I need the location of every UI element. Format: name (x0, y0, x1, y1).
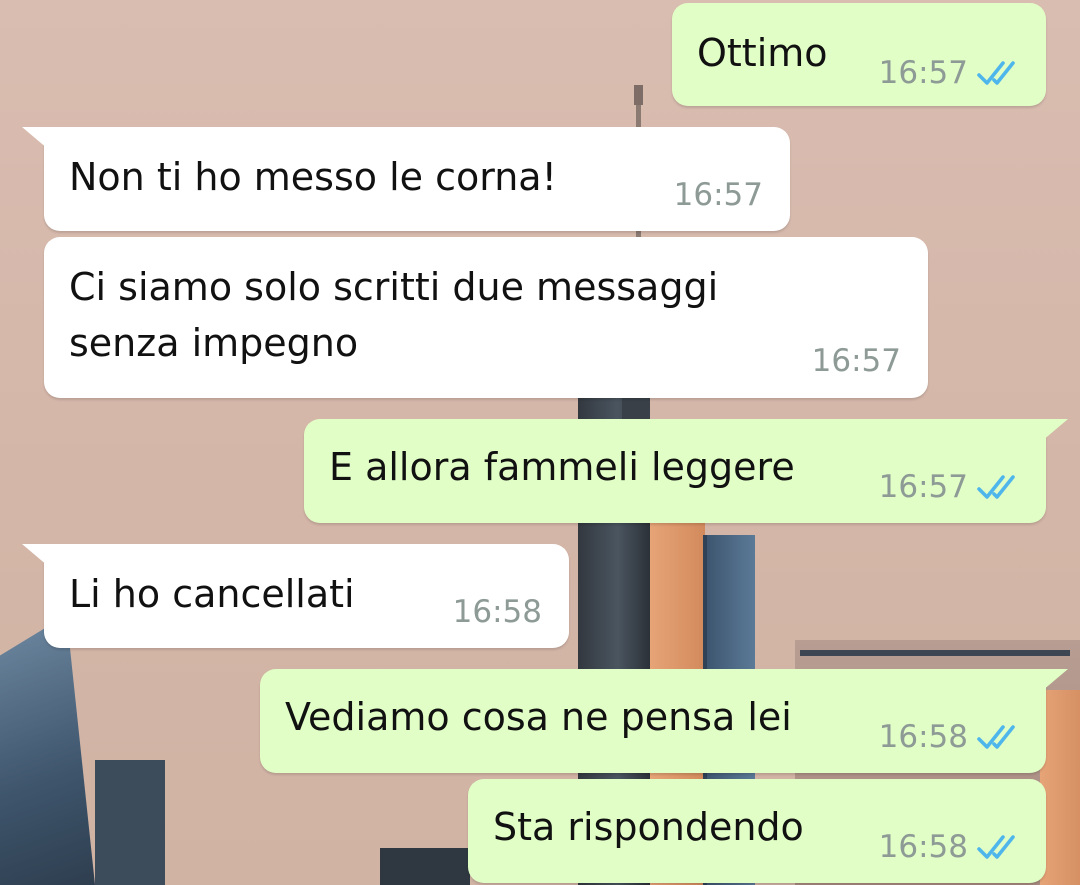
message-bubble-incoming[interactable]: Li ho cancellati 16:58 (22, 544, 569, 648)
message-meta: 16:57 (812, 343, 901, 379)
message-bubble-outgoing[interactable]: Ottimo 16:57 (672, 3, 1046, 106)
message-meta: 16:57 (879, 469, 1022, 505)
message-bubble-outgoing[interactable]: Vediamo cosa ne pensa lei 16:58 (260, 669, 1068, 773)
message-meta: 16:58 (879, 829, 1022, 865)
double-check-icon (977, 61, 1015, 85)
bubble-tail (1042, 419, 1068, 441)
message-text: Li ho cancellati (69, 572, 355, 616)
message-text: E allora fammeli leggere (329, 445, 795, 489)
message-time: 16:57 (878, 55, 968, 91)
chat-message-list[interactable]: Ottimo 16:57 Non ti ho messo le corna! 1… (0, 0, 1080, 885)
message-time: 16:57 (811, 343, 901, 379)
message-bubble-incoming[interactable]: Non ti ho messo le corna! 16:57 (22, 127, 790, 231)
message-time: 16:58 (452, 594, 542, 630)
message-time: 16:57 (878, 469, 968, 505)
message-text-line-2: senza impegno (69, 321, 359, 365)
bubble-tail (1042, 669, 1068, 691)
message-bubble-incoming[interactable]: Ci siamo solo scritti due messaggi senza… (44, 237, 928, 398)
message-meta: 16:57 (674, 177, 763, 213)
message-bubble-outgoing[interactable]: E allora fammeli leggere 16:57 (304, 419, 1068, 523)
message-text: Non ti ho messo le corna! (69, 155, 557, 199)
double-check-icon (977, 835, 1015, 859)
message-meta: 16:57 (879, 55, 1022, 91)
double-check-icon (977, 725, 1015, 749)
message-text: Ottimo (697, 31, 828, 75)
message-meta: 16:58 (879, 719, 1022, 755)
message-text: Sta rispondendo (493, 805, 804, 849)
bubble-tail (22, 544, 48, 566)
message-bubble-outgoing[interactable]: Sta rispondendo 16:58 (468, 779, 1046, 883)
bubble-tail (22, 127, 48, 149)
message-time: 16:57 (673, 177, 763, 213)
message-time: 16:58 (878, 719, 968, 755)
message-time: 16:58 (878, 829, 968, 865)
double-check-icon (977, 475, 1015, 499)
message-text: Vediamo cosa ne pensa lei (285, 695, 792, 739)
message-text-line-1: Ci siamo solo scritti due messaggi (69, 265, 719, 309)
message-meta: 16:58 (453, 594, 542, 630)
